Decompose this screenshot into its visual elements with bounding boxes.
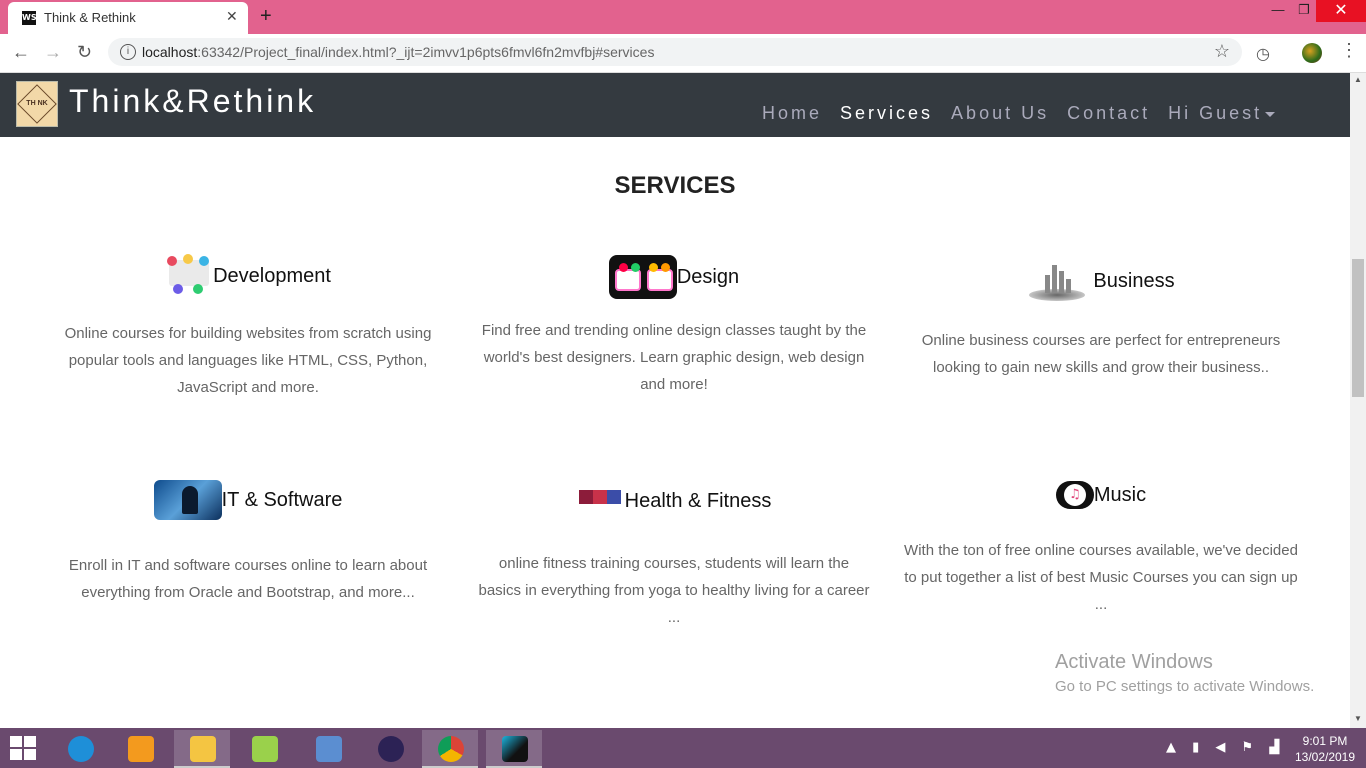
page-scrollbar[interactable]: ▲ ▼ — [1350, 73, 1366, 728]
service-label: Music — [1093, 483, 1147, 506]
service-label: IT & Software — [221, 488, 343, 511]
scrollbar-thumb[interactable] — [1352, 259, 1364, 397]
site-brand[interactable]: Think&Rethink — [69, 83, 316, 120]
music-note-icon: ♫ — [1055, 481, 1094, 509]
watermark-title: Activate Windows — [1055, 651, 1213, 673]
internet-explorer-icon[interactable] — [52, 730, 108, 766]
tab-title: Think & Rethink — [44, 10, 136, 25]
back-icon[interactable]: ← — [12, 42, 30, 63]
minimize-icon[interactable]: — — [1268, 2, 1288, 22]
it-software-icon — [153, 480, 222, 520]
nav-user-label: Hi Guest — [1168, 103, 1263, 123]
nav-services[interactable]: Services — [840, 103, 933, 124]
service-description: Online business courses are perfect for … — [921, 332, 1281, 376]
forward-icon[interactable]: → — [44, 42, 62, 63]
window-close-icon[interactable]: ✕ — [1316, 0, 1366, 22]
chrome-icon[interactable] — [422, 730, 478, 768]
clock-date: 13/02/2019 — [1294, 750, 1356, 764]
service-label: Health & Fitness — [624, 489, 772, 512]
business-city-icon — [1027, 255, 1089, 307]
service-card-business: Business Online business courses are per… — [904, 255, 1298, 381]
bookmark-star-icon[interactable]: ☆ — [1214, 41, 1230, 62]
system-tray-icons[interactable]: ▲ ▮ ◀ ⚑ ▟ — [1166, 740, 1285, 755]
windows-taskbar: ▲ ▮ ◀ ⚑ ▟ 9:01 PM 13/02/2019 — [0, 728, 1366, 768]
webstorm-favicon-icon: WS — [22, 11, 37, 25]
watermark-subtitle: Go to PC settings to activate Windows. — [1055, 678, 1315, 695]
services-title: SERVICES — [614, 172, 736, 199]
service-card-design: Design Find free and trending online des… — [476, 255, 872, 398]
service-description: Enroll in IT and software courses online… — [68, 557, 428, 601]
nav-home[interactable]: Home — [762, 103, 822, 124]
nav-user-dropdown[interactable]: Hi Guest — [1168, 103, 1276, 124]
service-card-music: ♫ Music With the ton of free online cour… — [900, 481, 1302, 618]
logo-text: TH NK — [26, 100, 48, 107]
puzzle-icon — [577, 486, 625, 516]
file-explorer-icon[interactable] — [174, 730, 230, 768]
profile-avatar-icon[interactable] — [1302, 43, 1322, 63]
browser-tab[interactable]: WS Think & Rethink ✕ — [8, 2, 248, 34]
development-icon — [165, 254, 213, 298]
network-settings-icon[interactable] — [300, 730, 356, 766]
url-path: :63342/Project_final/index.html?_ijt=2im… — [197, 44, 655, 60]
scroll-down-icon[interactable]: ▼ — [1354, 714, 1362, 723]
scroll-up-icon[interactable]: ▲ — [1354, 75, 1362, 84]
media-player-icon[interactable] — [112, 730, 168, 766]
notepad-plus-icon[interactable] — [236, 730, 292, 766]
history-clock-icon[interactable]: ◷ — [1256, 44, 1270, 64]
service-card-health-fitness: Health & Fitness online fitness training… — [476, 486, 872, 631]
service-card-it-software: IT & Software Enroll in IT and software … — [60, 480, 436, 606]
new-tab-icon[interactable]: + — [260, 5, 272, 28]
service-card-development: Development Online courses for building … — [60, 254, 436, 401]
caret-down-icon — [1265, 111, 1276, 117]
service-label: Development — [213, 264, 331, 287]
reload-icon[interactable]: ↻ — [77, 42, 92, 63]
service-label: Business — [1093, 269, 1175, 292]
design-glasses-icon — [608, 255, 677, 299]
nav-about[interactable]: About Us — [951, 103, 1049, 124]
service-description: With the ton of free online courses avai… — [904, 542, 1298, 613]
eclipse-icon[interactable] — [362, 730, 418, 766]
site-logo[interactable]: TH NK — [16, 81, 58, 127]
site-info-icon[interactable]: i — [120, 44, 136, 60]
browser-menu-icon[interactable]: ⋮ — [1340, 40, 1358, 61]
nav-links: Home Services About Us Contact Hi Guest — [762, 103, 1293, 124]
nav-contact[interactable]: Contact — [1067, 103, 1150, 124]
webstorm-icon[interactable] — [486, 730, 542, 768]
restore-icon[interactable]: ❐ — [1294, 2, 1314, 22]
service-label: Design — [676, 265, 740, 288]
tab-close-icon[interactable]: ✕ — [226, 8, 238, 25]
taskbar-clock[interactable]: 9:01 PM 13/02/2019 — [1290, 733, 1360, 765]
browser-toolbar: ← → ↻ i localhost:63342/Project_final/in… — [0, 34, 1366, 73]
windows-start-icon[interactable] — [10, 736, 38, 760]
service-description: online fitness training courses, student… — [478, 555, 870, 626]
url-text[interactable]: localhost:63342/Project_final/index.html… — [142, 44, 654, 60]
browser-tab-strip: WS Think & Rethink ✕ + — ❐ ✕ — [0, 0, 1366, 34]
activate-windows-watermark: Activate Windows Go to PC settings to ac… — [1055, 651, 1314, 695]
clock-time: 9:01 PM — [1302, 734, 1348, 748]
address-bar[interactable]: i localhost:63342/Project_final/index.ht… — [108, 38, 1242, 66]
url-host: localhost — [142, 44, 198, 60]
site-navbar: TH NK Think&Rethink Home Services About … — [0, 73, 1350, 137]
service-description: Online courses for building websites fro… — [64, 325, 432, 396]
service-description: Find free and trending online design cla… — [481, 322, 867, 393]
